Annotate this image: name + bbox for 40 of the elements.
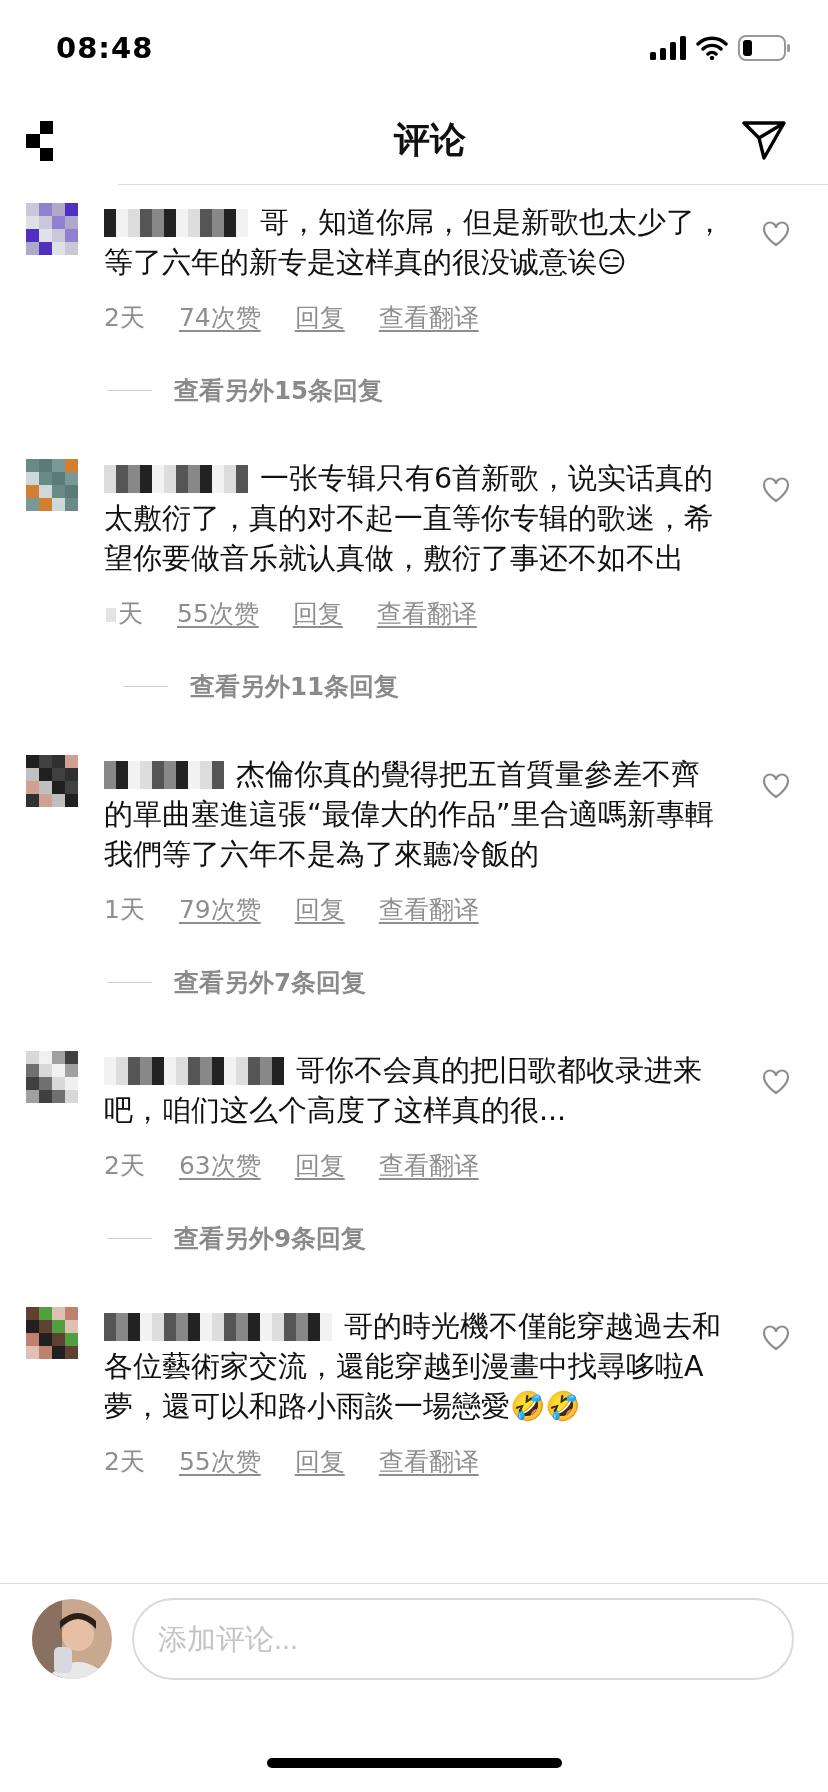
wifi-icon: [696, 36, 728, 60]
translate-link[interactable]: 查看翻译: [376, 597, 477, 630]
view-replies-link[interactable]: 查看另外11条回复: [190, 670, 400, 703]
pixelated-back-icon[interactable]: [26, 120, 54, 161]
pixelated-avatar[interactable]: [26, 755, 78, 807]
status-time: 08:48: [56, 31, 154, 65]
page-title: 评论: [394, 117, 466, 162]
pixelated-avatar[interactable]: [26, 203, 78, 255]
reply-link[interactable]: 回复: [294, 893, 345, 926]
view-replies-link[interactable]: 查看另外9条回复: [174, 1222, 367, 1255]
view-replies-link[interactable]: 查看另外7条回复: [174, 966, 367, 999]
translate-link[interactable]: 查看翻译: [378, 1149, 479, 1182]
reply-link[interactable]: 回复: [292, 597, 343, 630]
pixelated-avatar[interactable]: [26, 1307, 78, 1359]
like-heart-icon[interactable]: [762, 221, 790, 249]
translate-link[interactable]: 查看翻译: [378, 1445, 479, 1478]
comment-time: 2天: [104, 302, 145, 334]
reply-link[interactable]: 回复: [294, 1149, 345, 1182]
comment-time: 2天: [104, 1150, 145, 1182]
comment-time: 1天: [104, 894, 145, 926]
like-heart-icon[interactable]: [762, 1325, 790, 1353]
comment-input[interactable]: 添加评论...: [132, 1598, 794, 1680]
view-replies-link[interactable]: 查看另外15条回复: [174, 374, 384, 407]
likes-link[interactable]: 63次赞: [178, 1149, 261, 1182]
likes-link[interactable]: 55次赞: [177, 597, 259, 630]
translate-link[interactable]: 查看翻译: [378, 893, 479, 926]
send-icon[interactable]: [742, 120, 786, 160]
likes-link[interactable]: 79次赞: [178, 893, 261, 926]
like-heart-icon[interactable]: [762, 1069, 790, 1097]
reply-link[interactable]: 回复: [294, 301, 345, 334]
like-heart-icon[interactable]: [762, 477, 790, 505]
translate-link[interactable]: 查看翻译: [378, 301, 479, 334]
likes-link[interactable]: 74次赞: [178, 301, 261, 334]
battery-icon: [738, 35, 790, 61]
likes-link[interactable]: 55次赞: [178, 1445, 261, 1478]
like-heart-icon[interactable]: [762, 773, 790, 801]
reply-link[interactable]: 回复: [294, 1445, 345, 1478]
pixelated-avatar[interactable]: [26, 1051, 78, 1103]
comment-time: 2天: [104, 1446, 145, 1478]
signal-icon: [650, 36, 686, 60]
